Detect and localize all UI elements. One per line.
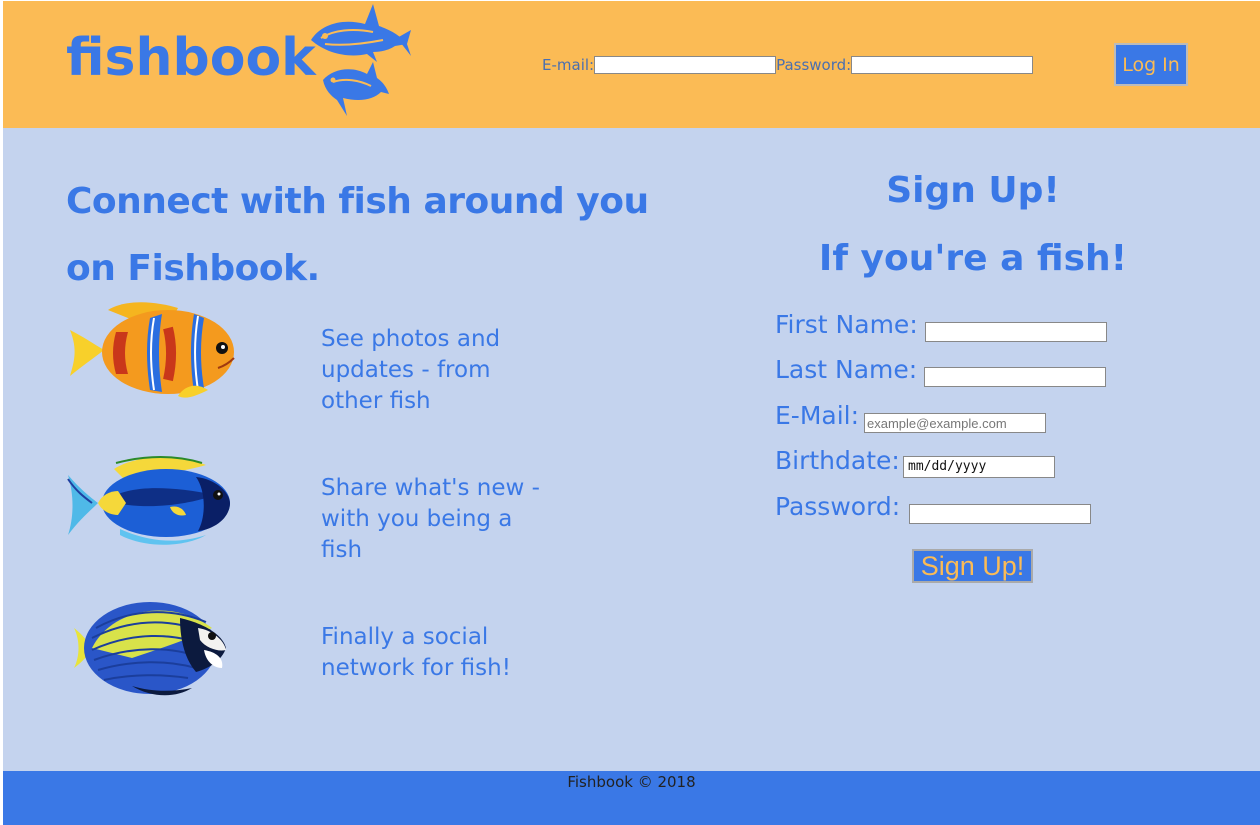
fish-logo-icon: [311, 4, 411, 116]
email-label: E-Mail:: [775, 401, 860, 430]
feature-2-line-2: with you being a: [321, 506, 513, 532]
birthdate-input[interactable]: mm/dd/yyyy: [903, 456, 1055, 478]
feature-1-line-1: See photos and: [321, 326, 501, 352]
feature-1-line-3: other fish: [321, 388, 431, 414]
last-name-label: Last Name:: [775, 355, 918, 384]
feature-3-line-2: network for fish!: [321, 655, 511, 681]
first-name-input[interactable]: [925, 322, 1107, 342]
signup-title: Sign Up!: [886, 170, 1060, 211]
headline-line-1: Connect with fish around you: [66, 181, 649, 222]
clownfish-image: [70, 302, 235, 398]
login-email-label: E-mail:: [542, 56, 595, 74]
headline: Connect with fish around you on Fishbook…: [66, 168, 666, 302]
footer: Fishbook © 2018: [3, 771, 1260, 825]
birthdate-label: Birthdate:: [775, 446, 900, 475]
feature-2-line-3: fish: [321, 537, 363, 563]
login-button[interactable]: Log In: [1114, 43, 1188, 86]
feature-text-1: See photos and updates - from other fish: [321, 324, 561, 417]
feature-1-line-2: updates - from: [321, 357, 491, 383]
login-form: E-mail: Password:: [542, 54, 1034, 76]
feature-2-line-1: Share what's new -: [321, 475, 540, 501]
login-email-input[interactable]: [594, 56, 777, 74]
feature-3-line-1: Finally a social: [321, 624, 489, 650]
password-input[interactable]: [909, 504, 1091, 524]
signup-subtitle: If you're a fish!: [818, 238, 1128, 279]
first-name-label: First Name:: [775, 310, 918, 339]
logo-text: fishbook: [66, 28, 316, 88]
feature-text-3: Finally a social network for fish!: [321, 622, 561, 684]
password-label: Password:: [775, 492, 901, 521]
login-password-label: Password:: [776, 56, 852, 74]
last-name-input[interactable]: [924, 367, 1106, 387]
email-input[interactable]: [864, 413, 1046, 433]
feature-text-2: Share what's new - with you being a fish: [321, 473, 561, 566]
footer-copyright: Fishbook © 2018: [567, 773, 696, 791]
blue-tang-image: [67, 456, 230, 545]
headline-line-2: on Fishbook.: [66, 248, 320, 289]
angelfish-image: [74, 602, 226, 696]
login-password-input[interactable]: [851, 56, 1034, 74]
signup-button[interactable]: Sign Up!: [912, 549, 1033, 583]
